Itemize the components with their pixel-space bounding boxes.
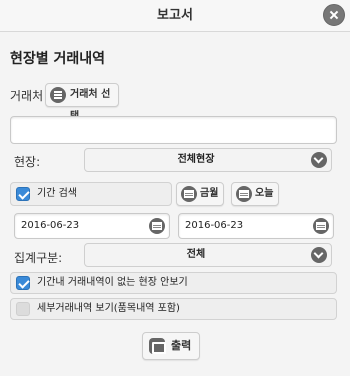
client-input[interactable] bbox=[10, 116, 337, 144]
today-button[interactable]: 오늘 bbox=[231, 182, 279, 206]
category-select-value: 전체 bbox=[186, 249, 206, 260]
page-heading: 현장별 거래내역 bbox=[10, 51, 106, 67]
checkbox-checked-icon bbox=[16, 276, 30, 290]
checkbox-unchecked-icon bbox=[16, 302, 30, 316]
start-date-value: 2016-06-23 bbox=[21, 220, 80, 231]
end-date-input[interactable]: 2016-06-23 bbox=[178, 213, 334, 239]
print-icon bbox=[149, 338, 166, 354]
category-label: 집계구분: bbox=[14, 251, 63, 265]
site-select[interactable]: 전체현장 bbox=[84, 148, 332, 172]
calendar-icon bbox=[181, 186, 197, 202]
close-icon[interactable] bbox=[323, 4, 345, 26]
chevron-down-icon bbox=[311, 152, 327, 168]
start-date-input[interactable]: 2016-06-23 bbox=[14, 213, 170, 239]
select-client-button[interactable]: 거래처 선택 bbox=[45, 83, 119, 122]
today-label: 오늘 bbox=[255, 188, 274, 199]
print-label: 출력 bbox=[171, 339, 192, 352]
period-search-label: 기간 검색 bbox=[37, 188, 77, 199]
show-item-details-label: 세부거래내역 보기(품목내역 포함) bbox=[37, 303, 180, 314]
print-button[interactable]: 출력 bbox=[142, 332, 200, 360]
list-icon bbox=[50, 87, 66, 103]
client-label: 거래처 bbox=[10, 89, 44, 103]
calendar-icon bbox=[236, 186, 252, 202]
chevron-down-icon bbox=[311, 247, 327, 263]
dialog-title: 보고서 bbox=[157, 8, 193, 23]
calendar-icon[interactable] bbox=[313, 218, 329, 234]
hide-inactive-sites-checkbox[interactable]: 기간내 거래내역이 없는 현장 안보기 bbox=[10, 272, 337, 294]
end-date-value: 2016-06-23 bbox=[185, 220, 244, 231]
this-month-label: 금월 bbox=[200, 188, 219, 199]
show-item-details-checkbox[interactable]: 세부거래내역 보기(품목내역 포함) bbox=[10, 298, 337, 320]
dialog-titlebar: 보고서 bbox=[0, 0, 350, 32]
hide-inactive-sites-label: 기간내 거래내역이 없는 현장 안보기 bbox=[37, 277, 188, 288]
this-month-button[interactable]: 금월 bbox=[176, 182, 224, 206]
checkbox-checked-icon bbox=[16, 187, 30, 201]
category-select[interactable]: 전체 bbox=[84, 243, 332, 267]
site-select-value: 전체현장 bbox=[177, 154, 215, 165]
period-search-checkbox[interactable]: 기간 검색 bbox=[10, 182, 172, 206]
site-label: 현장: bbox=[14, 155, 41, 169]
calendar-icon[interactable] bbox=[149, 218, 165, 234]
